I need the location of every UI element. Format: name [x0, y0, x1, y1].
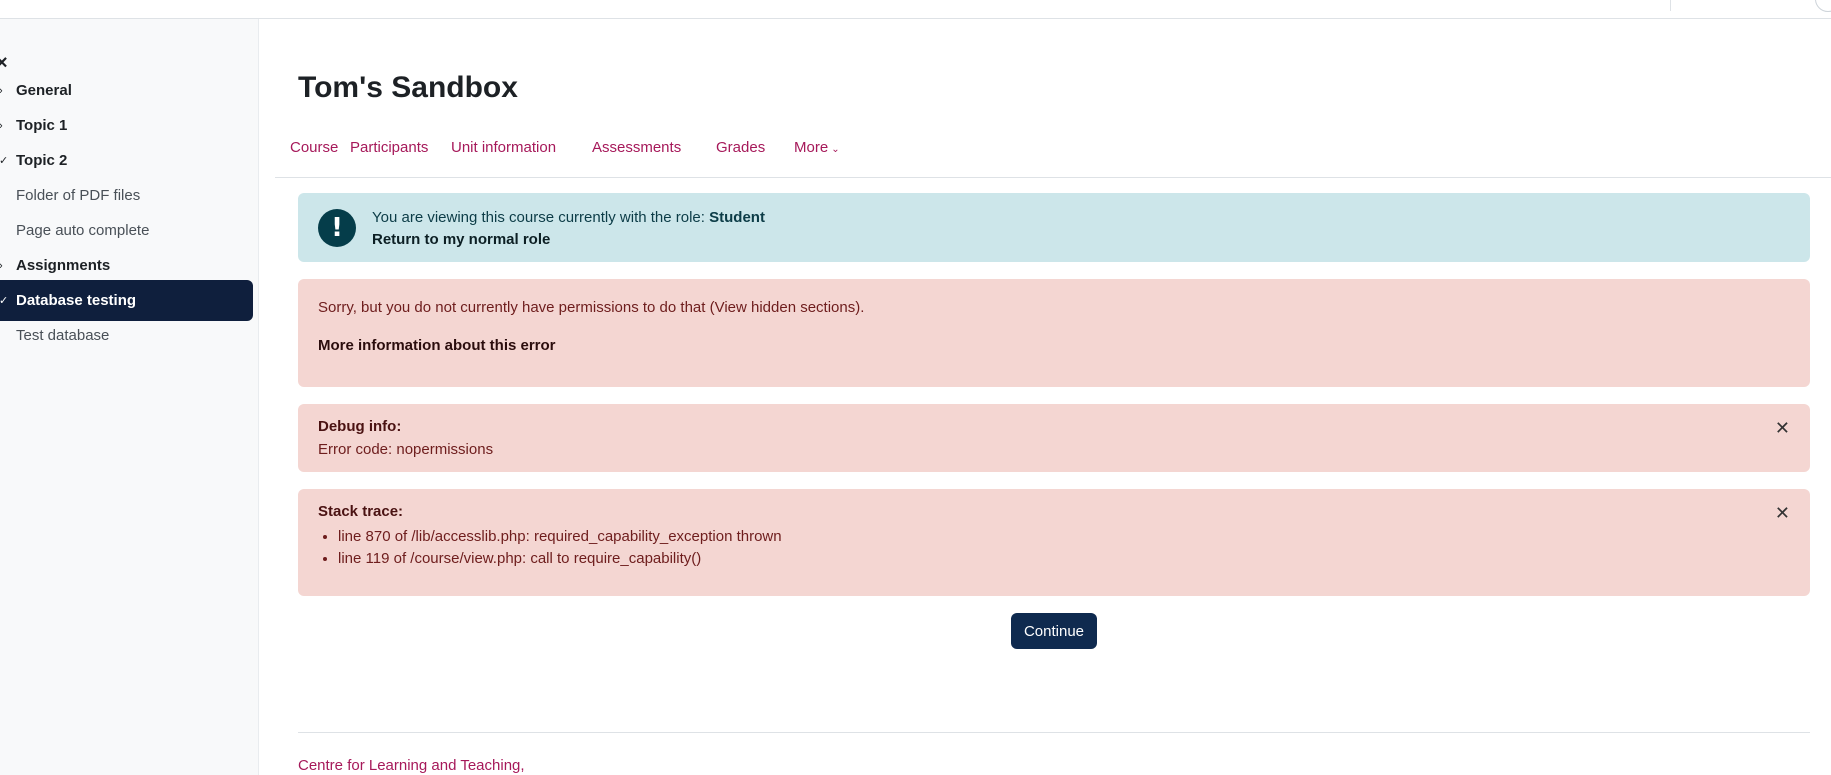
sidebar-item-label: Test database [16, 327, 110, 344]
user-avatar[interactable] [1815, 0, 1831, 12]
tab-grades[interactable]: Grades [716, 139, 765, 156]
debug-info-box: Debug info: Error code: nopermissions ✕ [298, 404, 1810, 472]
continue-button[interactable]: Continue [1011, 613, 1097, 649]
tab-unit-information[interactable]: Unit information [451, 139, 556, 156]
close-icon[interactable]: ✕ [1775, 503, 1790, 523]
error-code: Error code: nopermissions [318, 441, 494, 458]
tab-more[interactable]: More ⌄ [794, 139, 840, 156]
stack-trace-box: Stack trace: line 870 of /lib/accesslib.… [298, 489, 1810, 596]
footer-link[interactable]: Centre for Learning and Teaching, [298, 757, 525, 774]
sidebar-item-label: Page auto complete [16, 222, 150, 239]
stack-trace-line: line 870 of /lib/accesslib.php: required… [338, 526, 782, 548]
chevron-down-icon: ⌄ [831, 144, 840, 155]
tab-assessments[interactable]: Assessments [592, 139, 681, 156]
page-title: Tom's Sandbox [298, 71, 518, 104]
chevron-down-icon[interactable]: ✓ [0, 294, 8, 307]
sidebar-item-label: Assignments [16, 257, 111, 274]
error-message: Sorry, but you do not currently have per… [318, 299, 865, 316]
chevron-right-icon[interactable]: › [0, 260, 3, 272]
stack-trace-list: line 870 of /lib/accesslib.php: required… [338, 526, 782, 570]
return-to-normal-role-link[interactable]: Return to my normal role [372, 231, 550, 248]
role-notice-prefix: You are viewing this course currently wi… [372, 209, 710, 226]
debug-info-title: Debug info: [318, 418, 402, 435]
close-icon[interactable]: ✕ [1775, 418, 1790, 438]
sidebar-item-label: Folder of PDF files [16, 187, 141, 204]
top-navbar [0, 0, 1831, 19]
sidebar-item-label: Topic 1 [16, 117, 68, 134]
navbar-divider [1670, 0, 1671, 11]
chevron-right-icon[interactable]: › [0, 120, 3, 132]
error-message-box: Sorry, but you do not currently have per… [298, 279, 1810, 387]
main-content: Tom's Sandbox Course Participants Unit i… [259, 19, 1831, 775]
role-name: Student [709, 209, 765, 226]
course-index-drawer: × › General › Topic 1 ✓ Topic 2 Folder o… [0, 19, 259, 775]
tab-more-label: More [794, 139, 829, 156]
sidebar-item-label: General [16, 82, 72, 99]
stack-trace-title: Stack trace: [318, 503, 404, 520]
chevron-right-icon[interactable]: › [0, 85, 3, 97]
exclamation-icon: ! [318, 209, 356, 247]
role-notice-text: You are viewing this course currently wi… [372, 209, 765, 226]
secondary-navigation: Course Participants Unit information Ass… [275, 139, 1831, 178]
sidebar-item-test-database[interactable]: Test database [0, 315, 253, 356]
stack-trace-line: line 119 of /course/view.php: call to re… [338, 548, 782, 570]
more-info-link[interactable]: More information about this error [318, 337, 556, 354]
sidebar-item-label: Database testing [16, 292, 137, 309]
footer-divider [298, 732, 1810, 733]
tab-participants[interactable]: Participants [350, 139, 428, 156]
role-notice: ! You are viewing this course currently … [298, 193, 1810, 262]
chevron-down-icon[interactable]: ✓ [0, 154, 8, 167]
tab-course[interactable]: Course [290, 139, 338, 156]
sidebar-item-label: Topic 2 [16, 152, 68, 169]
